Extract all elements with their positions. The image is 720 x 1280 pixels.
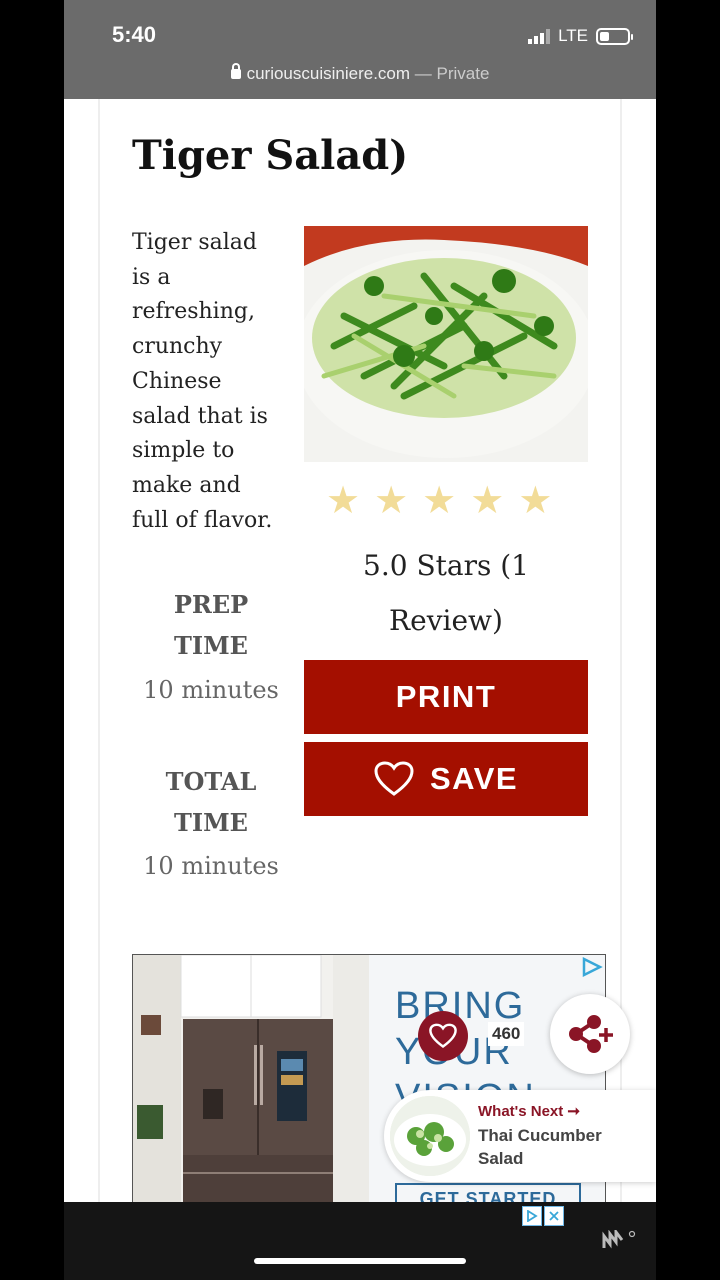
star-icon[interactable]: ★: [422, 482, 456, 520]
address-bar[interactable]: curiouscuisiniere.com — Private: [64, 63, 656, 84]
prep-time-value: 10 minutes: [143, 676, 279, 704]
bottom-ad-bar: [64, 1202, 656, 1280]
star-icon[interactable]: ★: [470, 482, 504, 520]
total-time-label-line1: TOTAL: [165, 767, 257, 796]
private-mode-label: — Private: [414, 64, 490, 83]
rating-text: 5.0 Stars (1 Review): [363, 549, 529, 637]
phone-screen: 5:40 LTE curiouscuisiniere.com — Private…: [64, 0, 656, 1280]
recipe-description: Tiger salad is a refreshing, crunchy Chi…: [132, 230, 273, 533]
whats-next-card[interactable]: What's Next ➞ Thai Cucumber Salad: [384, 1090, 656, 1182]
share-plus-icon: [569, 1015, 613, 1053]
rating-stars[interactable]: ★ ★ ★ ★ ★: [326, 482, 552, 520]
whats-next-label: What's Next ➞: [478, 1103, 580, 1120]
share-button[interactable]: [550, 994, 630, 1074]
adchoices-icon[interactable]: [522, 1206, 542, 1226]
save-button-label: SAVE: [429, 761, 519, 796]
network-label: LTE: [558, 26, 588, 45]
heart-outline-icon: [374, 761, 414, 796]
status-icons: LTE: [528, 26, 633, 46]
heart-outline-icon: [429, 1023, 457, 1049]
battery-icon: [596, 27, 633, 45]
total-time-label-line2: TIME: [174, 808, 248, 837]
recipe-title: Tiger Salad): [132, 132, 409, 179]
star-icon[interactable]: ★: [518, 482, 552, 520]
signal-icon: [528, 28, 551, 44]
close-ad-icon[interactable]: [544, 1206, 564, 1226]
salad-image: [304, 226, 588, 462]
print-button-label: PRINT: [395, 679, 497, 714]
prep-time-label-line1: PREP: [173, 590, 249, 619]
battery-level: [600, 31, 609, 41]
print-button[interactable]: PRINT: [304, 660, 588, 734]
ad-network-logo: [602, 1227, 636, 1256]
status-and-address-bar: 5:40 LTE curiouscuisiniere.com — Private: [64, 0, 656, 99]
adchoices-icon[interactable]: [581, 957, 603, 977]
save-heart-fab[interactable]: [418, 1011, 468, 1061]
recipe-photo: [304, 226, 588, 462]
home-indicator[interactable]: [254, 1258, 466, 1264]
save-count: 460: [488, 1022, 525, 1046]
domain-text: curiouscuisiniere.com: [246, 64, 411, 83]
star-icon[interactable]: ★: [326, 482, 360, 520]
ad-kitchen-image: [133, 955, 369, 1213]
total-time-value: 10 minutes: [143, 852, 279, 880]
lock-icon: [230, 63, 241, 79]
whats-next-thumbnail: [390, 1096, 470, 1176]
clock: 5:40: [112, 22, 157, 47]
star-icon[interactable]: ★: [374, 482, 408, 520]
ad-controls: [522, 1206, 564, 1226]
save-button[interactable]: SAVE: [304, 742, 588, 816]
whats-next-title[interactable]: Thai Cucumber Salad: [478, 1124, 638, 1170]
prep-time-label-line2: TIME: [174, 631, 248, 660]
